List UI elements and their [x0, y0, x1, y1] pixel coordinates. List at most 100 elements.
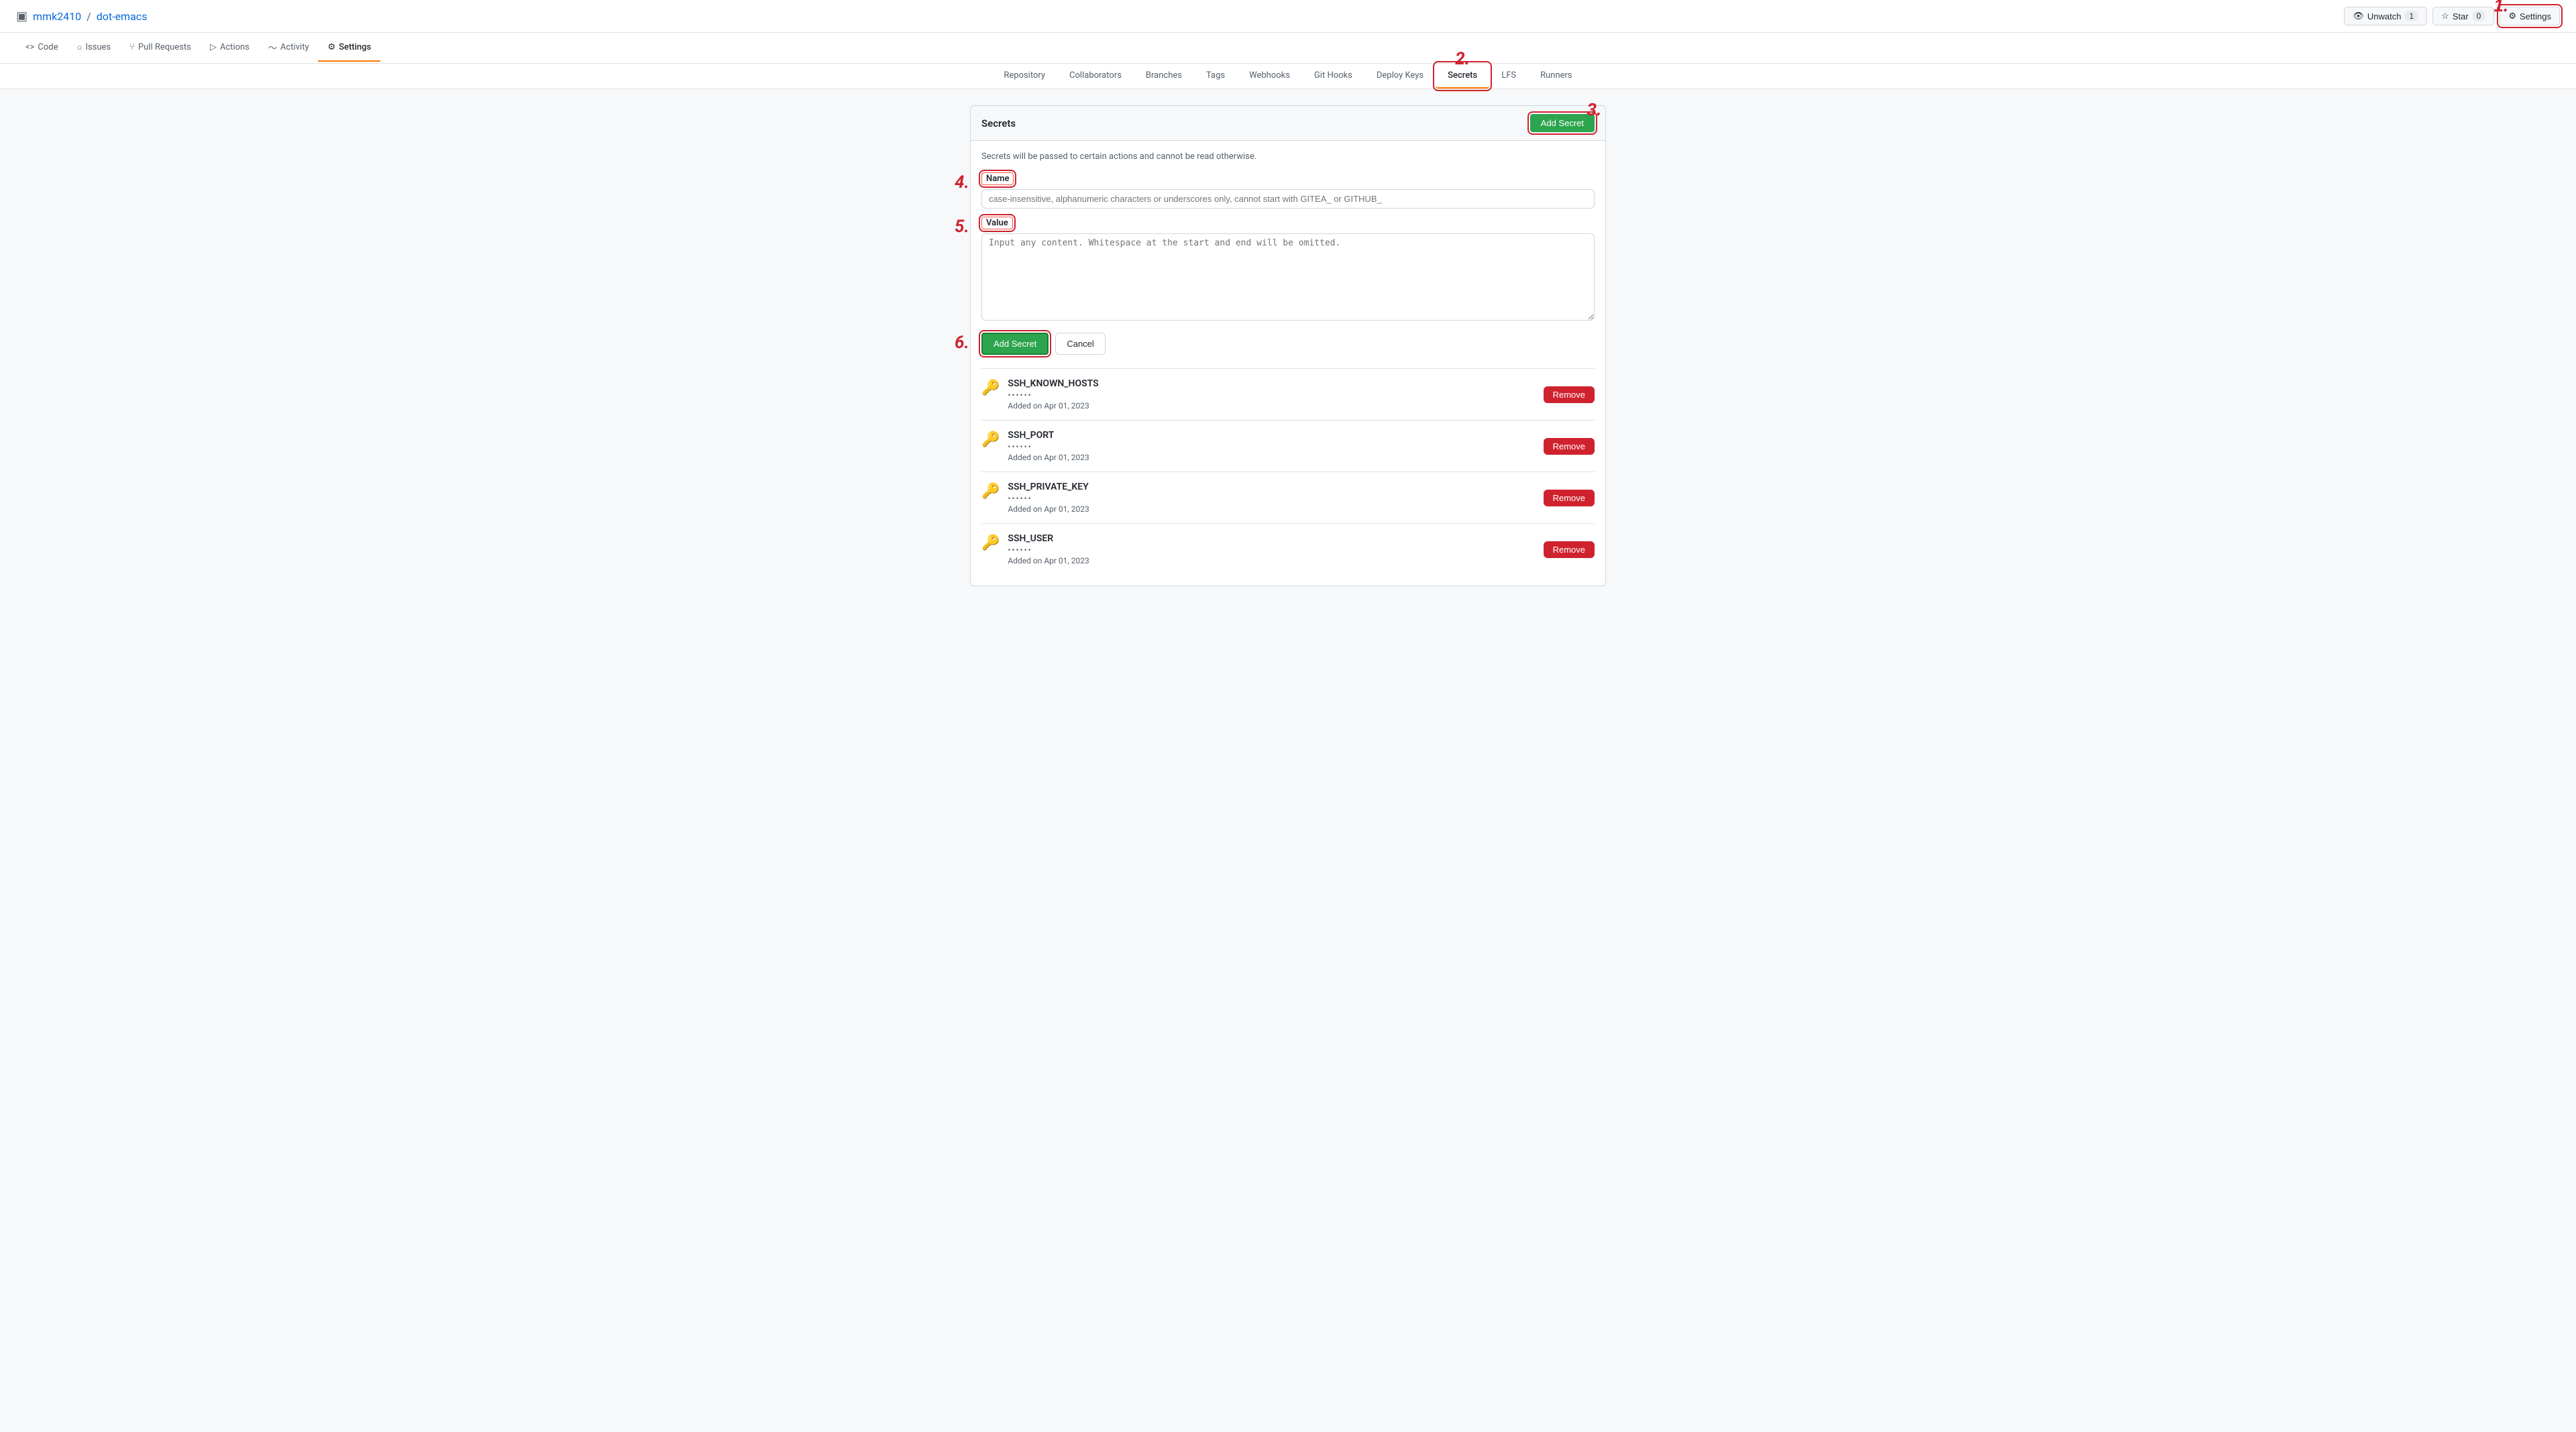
subnav-deploy-keys[interactable]: Deploy Keys [1364, 64, 1436, 89]
tab-issues-label: Issues [85, 42, 111, 52]
tab-actions-label: Actions [220, 42, 250, 52]
key-icon-2: 🔑 [981, 431, 1000, 448]
main-content: Secrets Add Secret 3. Secrets will be pa… [959, 105, 1617, 586]
remove-button-2[interactable]: Remove [1544, 438, 1595, 455]
settings-nav-icon: ⚙ [327, 42, 335, 52]
subnav-webhooks[interactable]: Webhooks [1237, 64, 1302, 89]
description-text: Secrets will be passed to certain action… [981, 152, 1595, 162]
secret-masked-4: •••••• [1008, 545, 1089, 555]
secret-item-left-2: 🔑 SSH_PORT •••••• Added on Apr 01, 2023 [981, 430, 1089, 462]
value-textarea[interactable] [981, 233, 1595, 321]
subnav-lfs[interactable]: LFS [1489, 64, 1528, 89]
repo-link[interactable]: dot-emacs [97, 10, 148, 23]
subnav-git-hooks[interactable]: Git Hooks [1302, 64, 1364, 89]
tab-code[interactable]: <> Code [16, 34, 68, 62]
repo-title: ▣ mmk2410 / dot-emacs [16, 9, 147, 23]
subnav-collaborators[interactable]: Collaborators [1057, 64, 1134, 89]
settings-label: Settings [2520, 11, 2551, 21]
settings-icon: ⚙ [2508, 11, 2516, 21]
pull-requests-icon: ⑂ [129, 42, 135, 52]
add-secret-form-button[interactable]: Add Secret [981, 333, 1049, 355]
settings-subnav: Repository Collaborators Branches Tags W… [0, 64, 2576, 89]
value-form-group: 5. Value [981, 217, 1595, 323]
subnav-runners[interactable]: Runners [1528, 64, 1585, 89]
header-actions: 👁 Unwatch 1 ☆ Star 0 ⚙ Settings 1. [2344, 7, 2560, 25]
actions-icon: ▷ [210, 42, 217, 52]
activity-icon: 〜 [268, 41, 277, 54]
username-link[interactable]: mmk2410 [33, 10, 81, 23]
secret-item-left-3: 🔑 SSH_PRIVATE_KEY •••••• Added on Apr 01… [981, 482, 1089, 514]
secret-item-left: 🔑 SSH_KNOWN_HOSTS •••••• Added on Apr 01… [981, 378, 1099, 410]
secret-masked-1: •••••• [1008, 390, 1098, 400]
add-secret-header-label: Add Secret [1541, 118, 1584, 128]
tab-activity-label: Activity [280, 42, 309, 52]
star-label: Star [2453, 11, 2469, 21]
cancel-label: Cancel [1067, 339, 1093, 349]
tab-code-label: Code [38, 42, 58, 52]
unwatch-count: 1 [2404, 11, 2418, 21]
unwatch-label: Unwatch [2367, 11, 2402, 21]
top-header: ▣ mmk2410 / dot-emacs 👁 Unwatch 1 ☆ Star… [0, 0, 2576, 33]
main-nav: <> Code ○ Issues ⑂ Pull Requests ▷ Actio… [0, 33, 2576, 64]
secret-date-1: Added on Apr 01, 2023 [1008, 401, 1098, 410]
unwatch-button[interactable]: 👁 Unwatch 1 [2344, 7, 2427, 25]
secret-masked-3: •••••• [1008, 494, 1089, 503]
remove-button-4[interactable]: Remove [1544, 541, 1595, 558]
cancel-button[interactable]: Cancel [1055, 333, 1105, 355]
tab-settings[interactable]: ⚙ Settings [318, 34, 380, 62]
secret-info-3: SSH_PRIVATE_KEY •••••• Added on Apr 01, … [1008, 482, 1089, 514]
secret-item-ssh-private-key: 🔑 SSH_PRIVATE_KEY •••••• Added on Apr 01… [981, 472, 1595, 523]
tab-pull-requests[interactable]: ⑂ Pull Requests [120, 34, 201, 62]
tab-settings-label: Settings [339, 42, 371, 52]
repo-icon: ▣ [16, 9, 28, 23]
annotation-1: 1. [2493, 0, 2508, 16]
submit-label: Add Secret [994, 339, 1036, 349]
star-button[interactable]: ☆ Star 0 [2432, 7, 2494, 25]
name-form-group: 4. Name [981, 172, 1595, 209]
annotation-2: 2. [1455, 49, 1470, 69]
name-input[interactable] [981, 189, 1595, 209]
key-icon-4: 🔑 [981, 535, 1000, 551]
tab-pull-requests-label: Pull Requests [138, 42, 191, 52]
secret-date-4: Added on Apr 01, 2023 [1008, 556, 1089, 565]
remove-button-3[interactable]: Remove [1544, 490, 1595, 506]
annotation-6: 6. [955, 333, 969, 353]
tab-actions[interactable]: ▷ Actions [201, 34, 259, 62]
secret-item-left-4: 🔑 SSH_USER •••••• Added on Apr 01, 2023 [981, 533, 1089, 565]
remove-button-1[interactable]: Remove [1544, 386, 1595, 403]
secrets-list: 🔑 SSH_KNOWN_HOSTS •••••• Added on Apr 01… [981, 368, 1595, 575]
subnav-branches[interactable]: Branches [1134, 64, 1194, 89]
settings-button[interactable]: ⚙ Settings 1. [2500, 7, 2560, 25]
secret-item-ssh-port: 🔑 SSH_PORT •••••• Added on Apr 01, 2023 … [981, 420, 1595, 472]
annotation-5: 5. [955, 217, 969, 237]
annotation-4: 4. [955, 172, 969, 192]
secret-item-ssh-known-hosts: 🔑 SSH_KNOWN_HOSTS •••••• Added on Apr 01… [981, 368, 1595, 420]
secret-name-3: SSH_PRIVATE_KEY [1008, 482, 1089, 492]
form-actions: 6. Add Secret Cancel [981, 333, 1595, 355]
subnav-repository[interactable]: Repository [991, 64, 1057, 89]
add-secret-header-button[interactable]: Add Secret 3. [1530, 114, 1595, 132]
section-title: Secrets [981, 117, 1016, 129]
subnav-secrets[interactable]: Secrets 2. [1436, 64, 1489, 89]
name-label: Name [981, 172, 1014, 185]
star-icon: ☆ [2441, 11, 2449, 21]
secret-info-2: SSH_PORT •••••• Added on Apr 01, 2023 [1008, 430, 1089, 462]
annotation-3: 3. [1587, 99, 1601, 120]
secret-info-4: SSH_USER •••••• Added on Apr 01, 2023 [1008, 533, 1089, 565]
key-icon-1: 🔑 [981, 380, 1000, 396]
secret-name-2: SSH_PORT [1008, 430, 1089, 441]
value-label: Value [981, 217, 1013, 229]
section-header: Secrets Add Secret 3. [970, 105, 1606, 141]
secret-date-3: Added on Apr 01, 2023 [1008, 504, 1089, 514]
tab-activity[interactable]: 〜 Activity [259, 33, 319, 63]
secret-masked-2: •••••• [1008, 442, 1089, 451]
star-count: 0 [2472, 11, 2486, 21]
secret-info-1: SSH_KNOWN_HOSTS •••••• Added on Apr 01, … [1008, 378, 1098, 410]
tab-issues[interactable]: ○ Issues [68, 34, 121, 62]
section-body: Secrets will be passed to certain action… [970, 141, 1606, 586]
subnav-tags[interactable]: Tags [1194, 64, 1237, 89]
secret-name-1: SSH_KNOWN_HOSTS [1008, 378, 1098, 389]
key-icon-3: 🔑 [981, 483, 1000, 500]
secret-date-2: Added on Apr 01, 2023 [1008, 453, 1089, 462]
secret-item-ssh-user: 🔑 SSH_USER •••••• Added on Apr 01, 2023 … [981, 523, 1595, 575]
